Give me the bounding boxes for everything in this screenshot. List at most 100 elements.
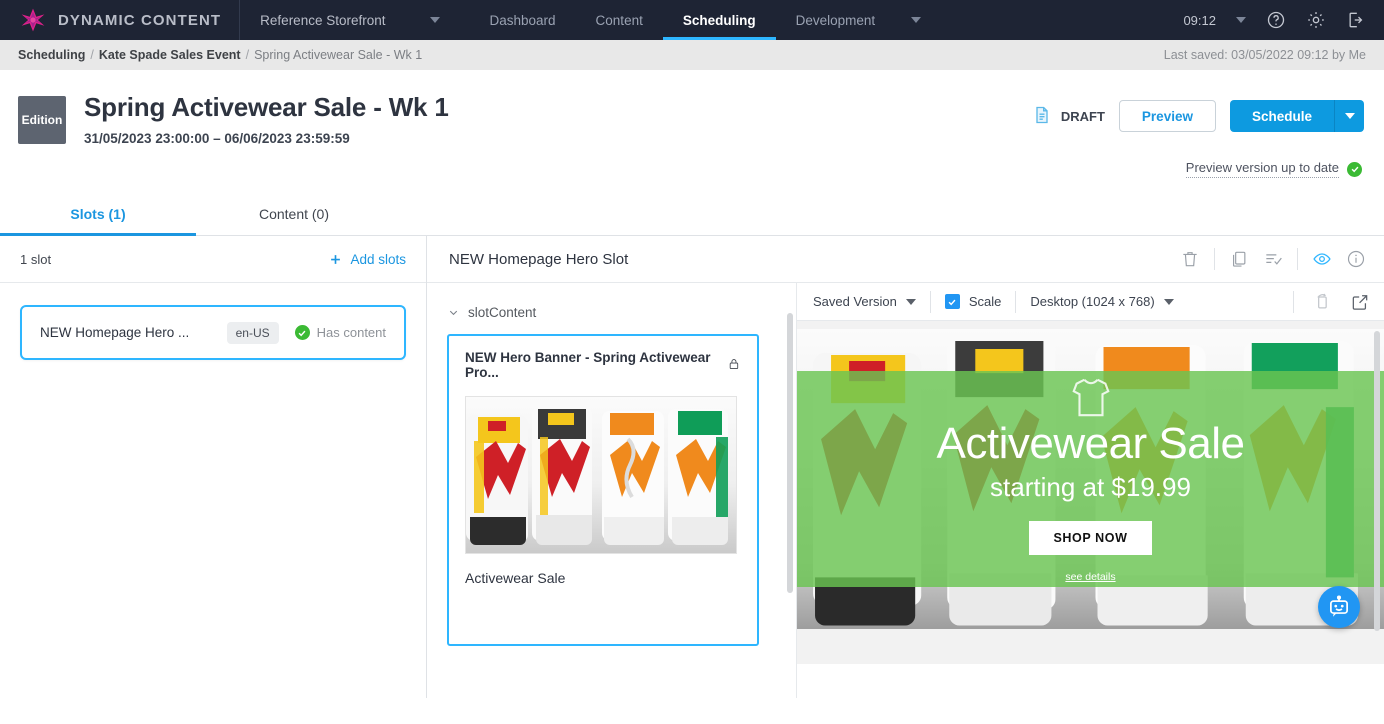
content-item-thumbnail (465, 396, 737, 554)
shop-now-button[interactable]: SHOP NOW (1029, 520, 1152, 555)
preview-toolbar: Saved Version Scale Desktop (1024 x 768) (797, 283, 1384, 321)
rotate-icon[interactable] (1312, 292, 1332, 312)
content-item-title: NEW Hero Banner - Spring Activewear Pro.… (465, 350, 711, 380)
clock-label: 09:12 (1183, 12, 1216, 28)
edition-tabs: Slots (1) Content (0) (0, 192, 1384, 236)
version-label: Saved Version (813, 294, 897, 309)
chevron-down-icon (1163, 298, 1174, 305)
hero-banner: Activewear Sale starting at $19.99 SHOP … (797, 329, 1384, 629)
external-link-icon[interactable] (1350, 292, 1370, 312)
add-slots-label: Add slots (350, 251, 406, 267)
realm-selector[interactable]: Reference Storefront (240, 0, 459, 40)
divider (1214, 248, 1215, 270)
slot-list-item[interactable]: NEW Homepage Hero ... en-US Has content (20, 305, 406, 360)
content-item-caption: Activewear Sale (465, 570, 566, 586)
locale-badge: en-US (226, 321, 279, 344)
divider (929, 290, 931, 313)
plus-icon (328, 252, 343, 267)
preview-version-label[interactable]: Preview version up to date (1185, 160, 1339, 178)
title-block: Spring Activewear Sale - Wk 1 31/05/2023… (84, 92, 449, 146)
top-nav-right-cluster: 09:12 (1183, 0, 1384, 40)
tshirt-icon (1068, 375, 1114, 419)
slot-detail-title: NEW Homepage Hero Slot (449, 250, 629, 268)
breadcrumb: Scheduling / Kate Spade Sales Event / Sp… (0, 40, 1384, 70)
divider (1015, 290, 1017, 313)
content-item-card[interactable]: NEW Hero Banner - Spring Activewear Pro.… (447, 334, 759, 646)
edition-date-range: 31/05/2023 23:00:00 – 06/06/2023 23:59:5… (84, 131, 350, 146)
hero-subhead: starting at $19.99 (990, 471, 1191, 502)
preview-scrollbar-vertical[interactable] (1374, 331, 1380, 631)
nav-tab-development[interactable]: Development (776, 0, 896, 40)
preview-bottom-strip (797, 664, 1384, 698)
slots-panel: 1 slot Add slots NEW Homepage Hero ... e… (0, 236, 427, 698)
slot-detail-panel: NEW Homepage Hero Slot slotContent NEW H… (427, 236, 1384, 698)
slots-panel-header: 1 slot Add slots (0, 236, 426, 283)
delete-icon[interactable] (1180, 249, 1200, 269)
slot-detail-header: NEW Homepage Hero Slot (427, 236, 1384, 283)
scale-checkbox[interactable]: Scale (944, 294, 1016, 309)
main-body: 1 slot Add slots NEW Homepage Hero ... e… (0, 236, 1384, 698)
tree-node-slotcontent[interactable]: slotContent (427, 283, 796, 320)
preview-toolbar-right (1293, 290, 1370, 313)
hero-headline: Activewear Sale (936, 419, 1245, 469)
tab-label: Slots (1) (70, 206, 126, 222)
preview-button[interactable]: Preview (1118, 100, 1216, 132)
list-check-icon[interactable] (1263, 249, 1283, 269)
checkbox-checked-icon (944, 294, 960, 309)
logout-icon[interactable] (1346, 10, 1366, 30)
nav-tab-label: Content (595, 12, 643, 28)
help-circle-icon[interactable] (1266, 10, 1286, 30)
check-circle-icon (1347, 161, 1362, 177)
schedule-dropdown-button[interactable] (1334, 100, 1364, 132)
realm-label: Reference Storefront (260, 12, 386, 28)
header-actions: DRAFT Preview Schedule (1032, 92, 1364, 132)
slot-detail-body: slotContent NEW Hero Banner - Spring Act… (427, 283, 1384, 698)
preview-canvas: Activewear Sale starting at $19.99 SHOP … (797, 321, 1384, 698)
visibility-icon[interactable] (1312, 249, 1332, 269)
hero-overlay: Activewear Sale starting at $19.99 SHOP … (797, 371, 1384, 587)
preview-version-status: Preview version up to date (0, 146, 1384, 178)
chevron-down-icon[interactable] (1236, 17, 1246, 23)
tab-content[interactable]: Content (0) (196, 192, 392, 235)
nav-tab-content[interactable]: Content (576, 0, 663, 40)
device-selector[interactable]: Desktop (1024 x 768) (1030, 294, 1187, 309)
copy-icon[interactable] (1229, 249, 1249, 269)
schedule-button[interactable]: Schedule (1229, 100, 1334, 132)
nav-overflow-button[interactable] (895, 0, 937, 40)
breadcrumb-item-event[interactable]: Kate Spade Sales Event (99, 48, 241, 62)
chevron-down-icon (1344, 113, 1355, 119)
slot-status-label: Has content (316, 325, 386, 340)
see-details-link[interactable]: see details (1065, 571, 1115, 583)
tab-slots[interactable]: Slots (1) (0, 192, 196, 236)
status-label: DRAFT (1060, 108, 1105, 124)
nav-tab-dashboard[interactable]: Dashboard (470, 0, 576, 40)
breadcrumb-item-scheduling[interactable]: Scheduling (18, 48, 85, 62)
tab-label: Content (0) (258, 206, 330, 222)
preview-panel: Saved Version Scale Desktop (1024 x 768)… (797, 283, 1384, 698)
device-label: Desktop (1024 x 768) (1030, 294, 1155, 309)
lock-icon (727, 357, 741, 373)
breadcrumb-item-current: Spring Activewear Sale - Wk 1 (254, 48, 423, 62)
document-icon (1032, 104, 1052, 129)
slot-count-label: 1 slot (20, 251, 52, 267)
version-selector[interactable]: Saved Version (813, 294, 930, 309)
gear-icon[interactable] (1306, 10, 1326, 30)
tree-scrollbar-vertical[interactable] (787, 313, 793, 593)
primary-nav-tabs: Dashboard Content Scheduling Development (470, 0, 896, 40)
add-slots-button[interactable]: Add slots (328, 252, 406, 267)
top-navigation-bar: DYNAMIC CONTENT Reference Storefront Das… (0, 0, 1384, 40)
scale-label: Scale (968, 294, 1002, 309)
check-circle-icon (294, 325, 310, 340)
slot-status: Has content (294, 325, 386, 340)
breadcrumb-separator: / (245, 48, 250, 62)
last-saved-label: Last saved: 03/05/2022 09:12 by Me (1163, 48, 1366, 62)
brand-logo-area[interactable]: DYNAMIC CONTENT (0, 0, 239, 40)
chevron-down-icon (447, 306, 460, 319)
schedule-split-button: Schedule (1229, 100, 1364, 132)
info-icon[interactable] (1346, 249, 1366, 269)
nav-tab-scheduling[interactable]: Scheduling (662, 0, 776, 40)
edition-badge: Edition (18, 96, 66, 144)
chevron-down-icon (905, 298, 916, 305)
slot-detail-actions (1180, 248, 1366, 270)
chatbot-icon[interactable] (1318, 586, 1360, 628)
